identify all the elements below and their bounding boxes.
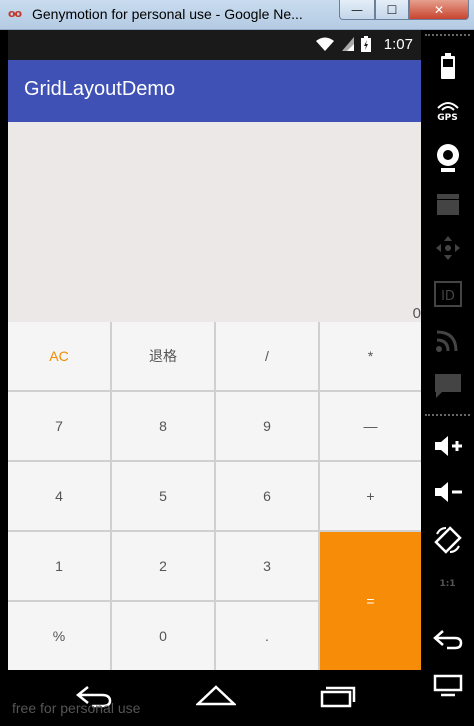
seven-button[interactable]: 7 <box>8 392 110 460</box>
emulator-toolbar: GPS ID 1:1 <box>421 30 474 726</box>
status-time: 1:07 <box>383 36 413 53</box>
home-icon[interactable] <box>194 684 238 714</box>
svg-text:ID: ID <box>441 289 455 304</box>
pixel-perfect-label: 1:1 <box>439 579 456 589</box>
app-bar: GridLayoutDemo <box>8 60 421 122</box>
cast-icon[interactable] <box>421 322 474 358</box>
genymotion-logo-icon: oo <box>8 7 22 20</box>
display-value: 0 <box>412 305 421 322</box>
signal-icon <box>341 36 355 56</box>
nine-button[interactable]: 9 <box>216 392 318 460</box>
status-bar: 1:07 <box>8 30 421 60</box>
zero-button[interactable]: 0 <box>112 602 214 670</box>
plus-button[interactable]: + <box>320 462 421 530</box>
four-button[interactable]: 4 <box>8 462 110 530</box>
battery-tool-icon[interactable] <box>421 48 474 84</box>
device-id-icon[interactable]: ID <box>421 276 474 312</box>
battery-icon <box>361 36 371 56</box>
window-titlebar: oo Genymotion for personal use - Google … <box>0 0 474 30</box>
five-button[interactable]: 5 <box>112 462 214 530</box>
backspace-button[interactable]: 退格 <box>112 322 214 390</box>
gps-icon[interactable]: GPS <box>421 94 474 130</box>
app-title: GridLayoutDemo <box>24 78 176 100</box>
window-title: Genymotion for personal use - Google Ne.… <box>32 6 303 22</box>
rotate-icon[interactable] <box>421 520 474 560</box>
video-capture-icon[interactable] <box>421 186 474 222</box>
sms-icon[interactable] <box>421 368 474 404</box>
volume-up-icon[interactable] <box>421 428 474 464</box>
ac-button[interactable]: AC <box>8 322 110 390</box>
close-button[interactable]: ✕ <box>409 0 469 20</box>
pixel-perfect-icon[interactable]: 1:1 <box>421 566 474 602</box>
divide-button[interactable]: / <box>216 322 318 390</box>
menu-tool-icon[interactable] <box>421 668 474 704</box>
calculator-keypad: AC 退格 / * 7 8 9 — 4 5 6 + 1 2 3 = % 0 . <box>8 322 421 670</box>
device-screen: 1:07 GridLayoutDemo 0 AC 退格 / * 7 8 9 — … <box>8 30 421 726</box>
gps-label: GPS <box>437 113 458 123</box>
three-button[interactable]: 3 <box>216 532 318 600</box>
two-button[interactable]: 2 <box>112 532 214 600</box>
equals-button[interactable]: = <box>320 532 421 670</box>
android-nav-bar: free for personal use <box>8 670 421 726</box>
dpad-icon[interactable] <box>421 230 474 266</box>
eight-button[interactable]: 8 <box>112 392 214 460</box>
back-tool-icon[interactable] <box>421 622 474 658</box>
six-button[interactable]: 6 <box>216 462 318 530</box>
multiply-button[interactable]: * <box>320 322 421 390</box>
wifi-icon <box>315 36 335 56</box>
one-button[interactable]: 1 <box>8 532 110 600</box>
recents-icon[interactable] <box>318 684 358 714</box>
minimize-button[interactable]: — <box>339 0 375 20</box>
calculator-display: 0 <box>8 122 421 322</box>
watermark-text: free for personal use <box>12 700 141 716</box>
dot-button[interactable]: . <box>216 602 318 670</box>
maximize-button[interactable]: ☐ <box>375 0 409 20</box>
percent-button[interactable]: % <box>8 602 110 670</box>
webcam-icon[interactable] <box>421 138 474 178</box>
volume-down-icon[interactable] <box>421 474 474 510</box>
minus-button[interactable]: — <box>320 392 421 460</box>
emulator-frame: 1:07 GridLayoutDemo 0 AC 退格 / * 7 8 9 — … <box>0 30 474 726</box>
